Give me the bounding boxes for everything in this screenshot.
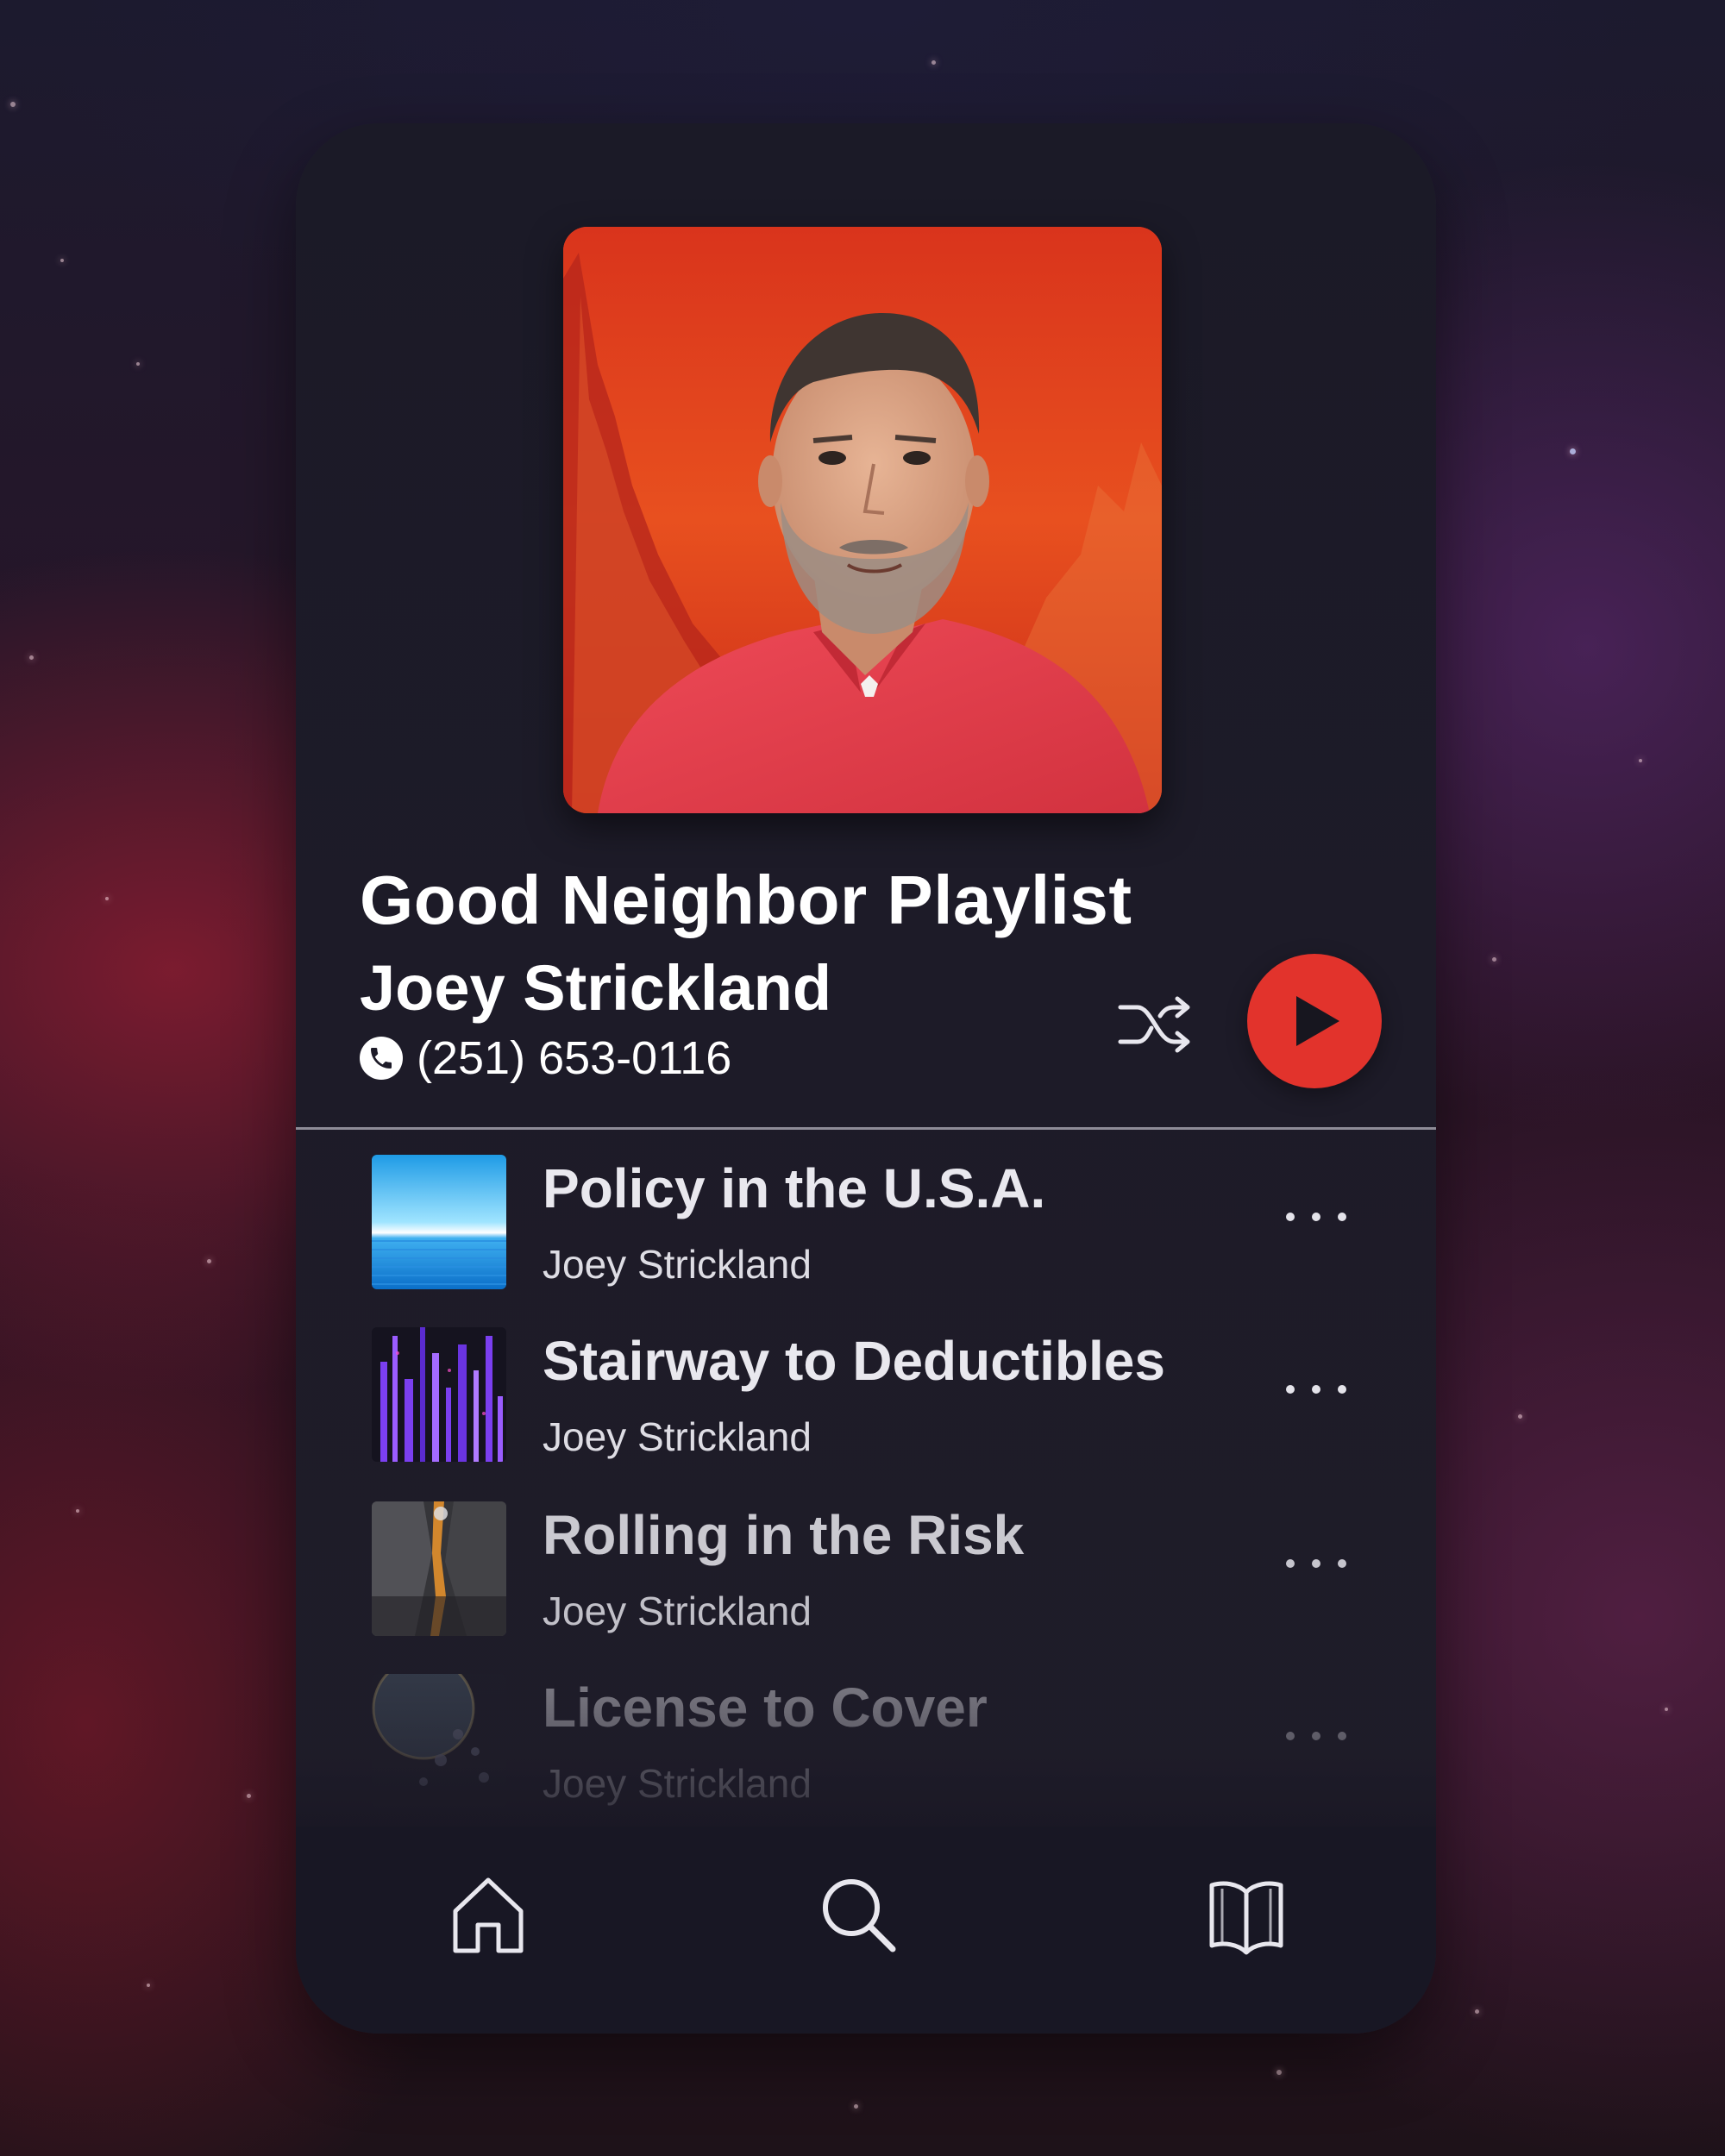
phone-number-text: (251) 653-0116 [417, 1032, 732, 1084]
track-more-button[interactable] [1286, 1200, 1346, 1234]
track-row[interactable]: Stairway to Deductibles Joey Strickland [372, 1327, 1372, 1463]
nav-library-button[interactable] [1203, 1871, 1289, 1958]
playlist-artist: Joey Strickland [360, 952, 832, 1024]
track-art-planet-flowers [372, 1674, 506, 1808]
agent-portrait-image [563, 227, 1162, 813]
bottom-nav [296, 1827, 1436, 2034]
track-row[interactable]: Policy in the U.S.A. Joey Strickland [372, 1155, 1372, 1291]
track-more-button[interactable] [1286, 1546, 1346, 1581]
track-title: Stairway to Deductibles [543, 1330, 1165, 1392]
shuffle-icon [1118, 996, 1190, 1053]
library-icon [1209, 1881, 1283, 1955]
play-icon [1296, 996, 1339, 1046]
home-icon [453, 1877, 524, 1953]
track-more-button[interactable] [1286, 1719, 1346, 1753]
track-title: Policy in the U.S.A. [543, 1157, 1046, 1219]
track-art-ocean-horizon [372, 1155, 506, 1289]
playlist-cover-art [563, 227, 1162, 813]
nav-home-button[interactable] [445, 1871, 531, 1958]
track-title: License to Cover [543, 1677, 988, 1739]
phone-icon [360, 1037, 403, 1080]
phone-number-row[interactable]: (251) 653-0116 [360, 1032, 731, 1084]
track-row[interactable]: Rolling in the Risk Joey Strickland [372, 1501, 1372, 1638]
playlist-title: Good Neighbor Playlist [360, 862, 1132, 938]
nav-search-button[interactable] [815, 1871, 901, 1958]
track-title: Rolling in the Risk [543, 1504, 1025, 1566]
track-more-button[interactable] [1286, 1372, 1346, 1407]
player-card: Good Neighbor Playlist Joey Strickland (… [296, 123, 1436, 2034]
play-button[interactable] [1247, 954, 1382, 1088]
shuffle-button[interactable] [1117, 990, 1195, 1059]
track-artist: Joey Strickland [543, 1414, 812, 1459]
search-icon [823, 1879, 896, 1952]
track-art-canyon-lava [372, 1501, 506, 1636]
track-art-purple-crystals [372, 1327, 506, 1462]
track-row[interactable]: License to Cover Joey Strickland [372, 1674, 1372, 1810]
track-artist: Joey Strickland [543, 1761, 812, 1806]
header-divider [296, 1127, 1436, 1130]
track-artist: Joey Strickland [543, 1242, 812, 1287]
track-artist: Joey Strickland [543, 1589, 812, 1633]
